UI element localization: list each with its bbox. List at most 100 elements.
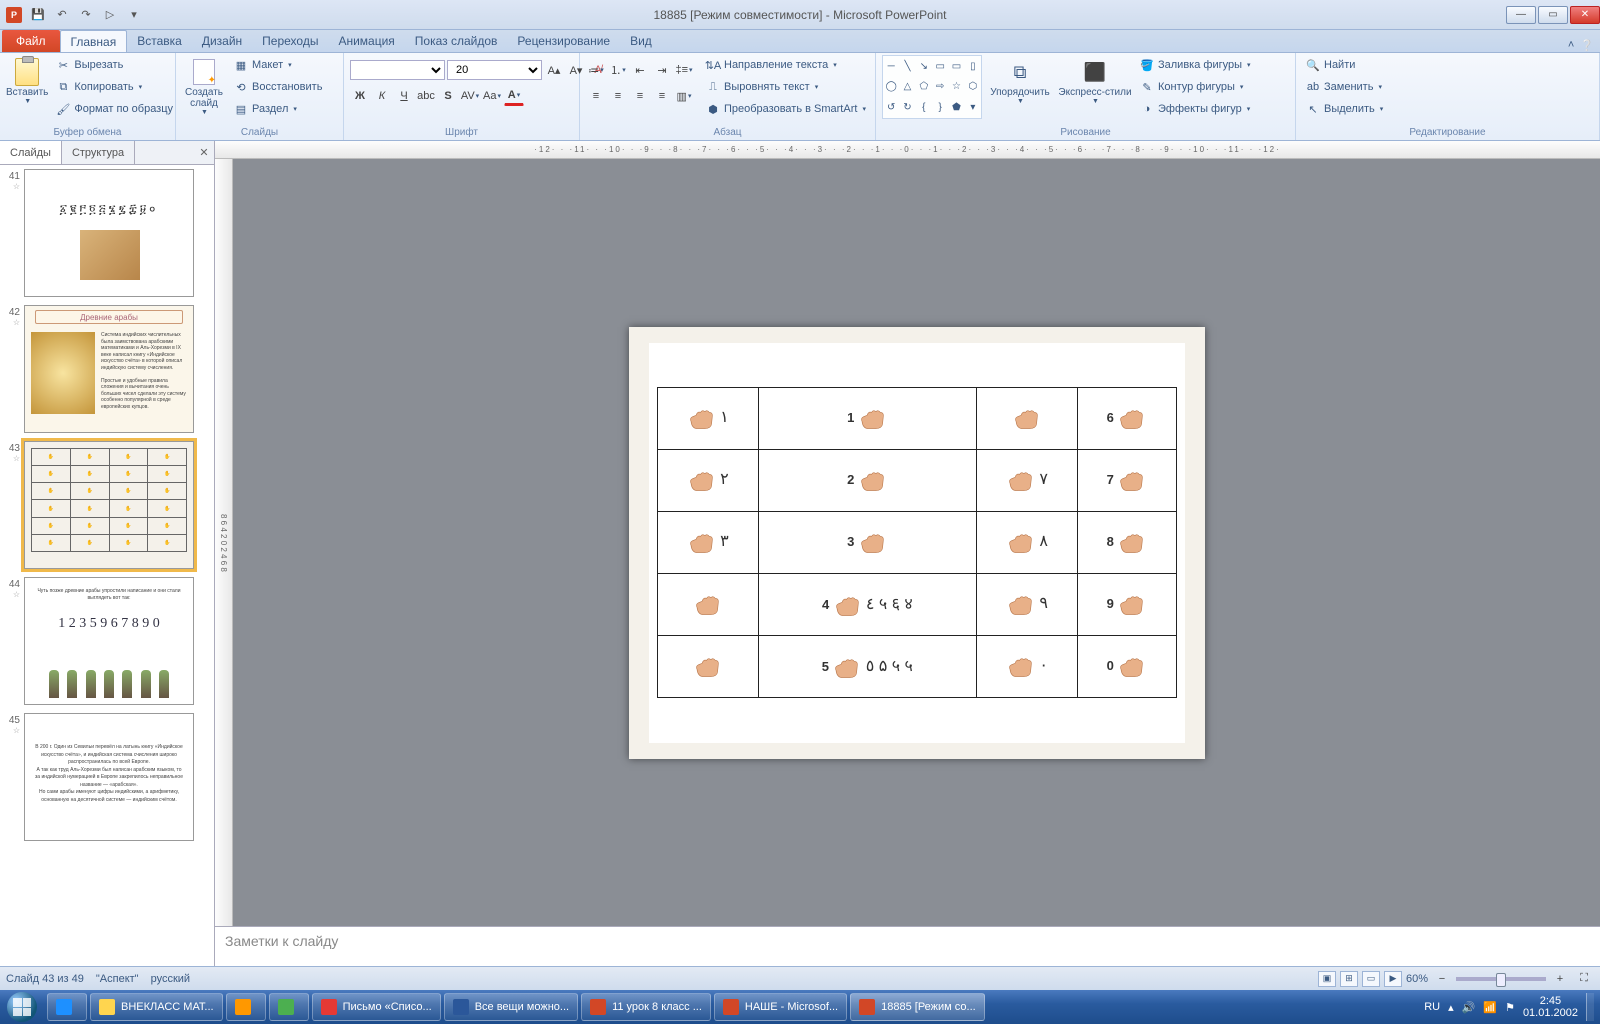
dec-indent-button[interactable]: ⇤ [630,60,650,80]
zoom-out-button[interactable]: − [1432,969,1452,989]
numbering-button[interactable]: ⒈▾ [608,60,628,80]
char-spacing-button[interactable]: AV▾ [460,86,480,106]
underline-button[interactable]: Ч [394,86,414,106]
zoom-in-button[interactable]: + [1550,969,1570,989]
notes-pane[interactable]: Заметки к слайду [215,926,1600,966]
slideshow-view-button[interactable]: ▶ [1384,971,1402,987]
shape-effects-button[interactable]: ◑Эффекты фигур▾ [1136,99,1255,119]
shapes-gallery[interactable]: ─╲↘▭▭▯ ◯△⬠⇨☆⬡ ↺↻{}⬟▾ [882,55,982,119]
show-desktop-button[interactable] [1586,993,1594,1021]
strike-button[interactable]: abc [416,86,436,106]
minimize-button[interactable]: — [1506,6,1536,24]
tab-slideshow[interactable]: Показ слайдов [405,30,508,52]
italic-button[interactable]: К [372,86,392,106]
font-family-select[interactable] [350,60,445,80]
bold-button[interactable]: Ж [350,86,370,106]
justify-button[interactable]: ≡ [652,86,672,106]
align-right-button[interactable]: ≡ [630,86,650,106]
taskbar-item[interactable]: 11 урок 8 класс ... [581,993,711,1021]
cut-button[interactable]: ✂Вырезать [52,55,177,75]
taskbar-item[interactable]: Все вещи можно... [444,993,578,1021]
taskbar-item[interactable] [226,993,266,1021]
slide-thumbnail[interactable]: ፩፪፫፬፭፮፯፰፱० [24,169,194,297]
smartart-button[interactable]: ⬢Преобразовать в SmartArt▾ [702,99,870,119]
language-indicator[interactable]: русский [151,973,190,985]
clock[interactable]: 2:45 01.01.2002 [1523,995,1578,1019]
minimize-ribbon-icon[interactable]: ˄ [1568,39,1574,52]
current-slide[interactable]: ١1 6 ٢2 ٧7 ٣3 ٨8 4 ٤ ५ ६ ४ ٩9 5 ٥ ۵ ५ ५ … [629,327,1205,759]
tab-animations[interactable]: Анимация [328,30,404,52]
bullets-button[interactable]: ≔▾ [586,60,606,80]
qat-dropdown[interactable]: ▾ [124,5,144,25]
language-indicator-tray[interactable]: RU [1424,1001,1440,1013]
layout-button[interactable]: ▦Макет▾ [230,55,326,75]
network-icon[interactable]: 📶 [1483,1001,1497,1014]
line-spacing-button[interactable]: ‡≡▾ [674,60,694,80]
text-direction-button[interactable]: ⇅AНаправление текста▾ [702,55,870,75]
slide-canvas[interactable]: ١1 6 ٢2 ٧7 ٣3 ٨8 4 ٤ ५ ६ ४ ٩9 5 ٥ ۵ ५ ५ … [233,159,1600,926]
section-button[interactable]: ▤Раздел▾ [230,99,326,119]
grow-font-button[interactable]: A▴ [544,60,564,80]
undo-button[interactable]: ↶ [52,5,72,25]
copy-button[interactable]: ⧉Копировать▾ [52,77,177,97]
slide-thumbnail[interactable]: В 200 г. Один из Севильи перевёл на латы… [24,713,194,841]
slide-thumbnail[interactable]: ✋✋✋✋✋✋✋✋✋✋✋✋✋✋✋✋✋✋✋✋✋✋✋✋ [24,441,194,569]
taskbar-item[interactable]: НАШЕ - Microsof... [714,993,847,1021]
normal-view-button[interactable]: ▣ [1318,971,1336,987]
thumbnails-list[interactable]: 41☆፩፪፫፬፭፮፯፰፱०42☆Древние арабыСистема инд… [0,165,214,966]
quick-styles-button[interactable]: ⬛ Экспресс-стили▼ [1058,55,1132,123]
save-button[interactable]: 💾 [28,5,48,25]
align-left-button[interactable]: ≡ [586,86,606,106]
close-button[interactable]: ✕ [1570,6,1600,24]
taskbar-item[interactable] [269,993,309,1021]
select-button[interactable]: ↖Выделить▾ [1302,99,1387,119]
start-button[interactable] [0,990,44,1024]
redo-button[interactable]: ↷ [76,5,96,25]
taskbar-item[interactable]: 18885 [Режим со... [850,993,985,1021]
replace-button[interactable]: abЗаменить▾ [1302,77,1387,97]
volume-icon[interactable]: 🔊 [1462,1001,1476,1014]
align-text-button[interactable]: ⎍Выровнять текст▾ [702,77,870,97]
inc-indent-button[interactable]: ⇥ [652,60,672,80]
reset-button[interactable]: ⟲Восстановить [230,77,326,97]
flag-icon[interactable]: ⚑ [1505,1001,1515,1014]
group-label: Шрифт [344,126,579,140]
slide-thumbnail[interactable]: Чуть позже древние арабы упростили напис… [24,577,194,705]
taskbar-item[interactable]: ВНЕКЛАСС МАТ... [90,993,223,1021]
format-painter-button[interactable]: 🖌Формат по образцу [52,99,177,119]
tab-transitions[interactable]: Переходы [252,30,328,52]
restore-button[interactable]: ▭ [1538,6,1568,24]
shadow-button[interactable]: S [438,86,458,106]
paste-button[interactable]: Вставить ▼ [6,55,48,123]
tab-insert[interactable]: Вставка [127,30,192,52]
tab-review[interactable]: Рецензирование [507,30,620,52]
reading-view-button[interactable]: ▭ [1362,971,1380,987]
change-case-button[interactable]: Aa▾ [482,86,502,106]
zoom-slider[interactable] [1456,977,1546,981]
new-slide-button[interactable]: Создать слайд ▼ [182,55,226,123]
font-color-button[interactable]: A▾ [504,86,524,106]
tab-outline[interactable]: Структура [62,141,135,164]
help-icon[interactable]: ❔ [1580,39,1594,52]
shape-outline-button[interactable]: ✎Контур фигуры▾ [1136,77,1255,97]
file-tab[interactable]: Файл [2,30,60,52]
tab-view[interactable]: Вид [620,30,662,52]
app-menu[interactable]: P [4,5,24,25]
tab-home[interactable]: Главная [60,30,128,52]
font-size-select[interactable]: 20 [447,60,542,80]
align-center-button[interactable]: ≡ [608,86,628,106]
slideshow-button[interactable]: ▷ [100,5,120,25]
tab-slides[interactable]: Слайды [0,141,62,164]
columns-button[interactable]: ▥▾ [674,86,694,106]
slide-thumbnail[interactable]: Древние арабыСистема индийских числитель… [24,305,194,433]
taskbar-item[interactable] [47,993,87,1021]
arrange-button[interactable]: ⧉ Упорядочить▼ [986,55,1054,123]
sorter-view-button[interactable]: ⊞ [1340,971,1358,987]
taskbar-item[interactable]: Письмо «Списо... [312,993,441,1021]
find-button[interactable]: 🔍Найти [1302,55,1387,75]
shape-fill-button[interactable]: 🪣Заливка фигуры▾ [1136,55,1255,75]
close-panel-button[interactable]: ✕ [194,141,214,164]
fit-button[interactable]: ⛶ [1574,969,1594,989]
tab-design[interactable]: Дизайн [192,30,252,52]
tray-up-icon[interactable]: ▴ [1448,1001,1454,1014]
